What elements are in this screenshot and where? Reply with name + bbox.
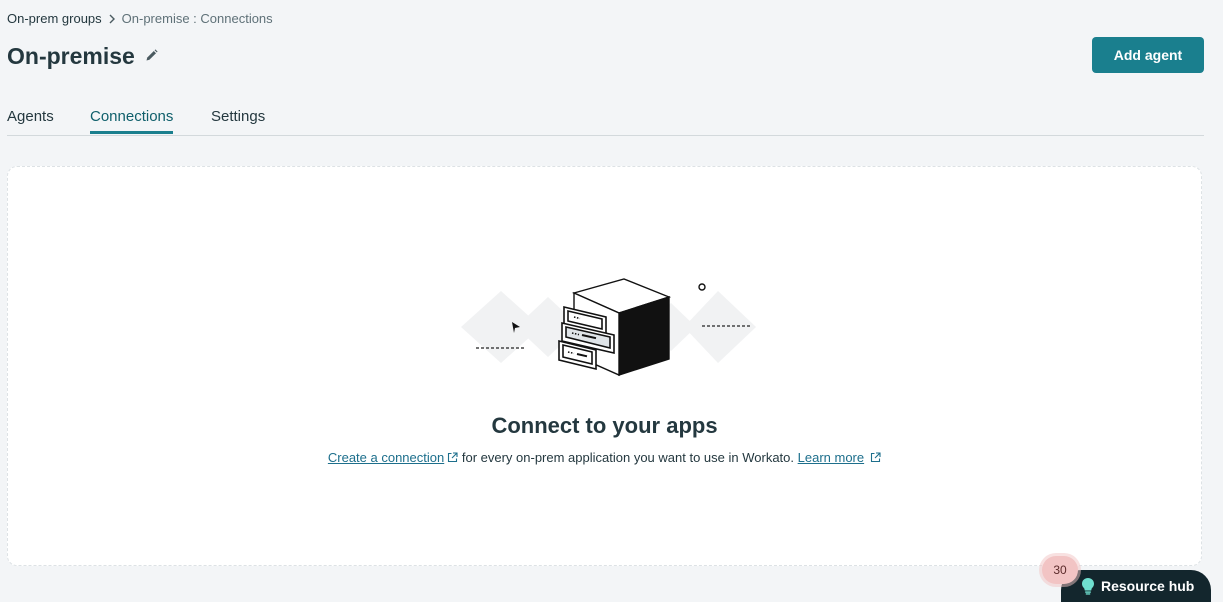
tab-settings[interactable]: Settings (211, 108, 265, 133)
breadcrumb-current: On-premise : Connections (121, 11, 273, 26)
tab-bar: Agents Connections Settings (7, 106, 1204, 136)
empty-state-card: Connect to your apps Create a connection… (7, 166, 1202, 566)
learn-more-link[interactable]: Learn more (798, 450, 864, 465)
tab-connections[interactable]: Connections (90, 108, 174, 134)
title-row: On-premise (7, 41, 159, 71)
lightbulb-icon (1081, 577, 1095, 595)
resource-hub-label: Resource hub (1101, 578, 1195, 594)
resource-hub-button[interactable]: Resource hub (1061, 570, 1211, 602)
server-illustration (461, 278, 756, 377)
create-connection-link[interactable]: Create a connection (328, 450, 444, 465)
notification-badge[interactable]: 30 (1042, 556, 1078, 584)
breadcrumb-on-prem-groups[interactable]: On-prem groups (7, 11, 102, 27)
tab-agents[interactable]: Agents (7, 108, 54, 133)
chevron-right-icon (108, 14, 116, 24)
external-link-icon[interactable] (870, 451, 881, 466)
empty-state-title: Connect to your apps (491, 413, 718, 438)
empty-state-middle-text: for every on-prem application you want t… (461, 450, 795, 465)
add-agent-button[interactable]: Add agent (1092, 37, 1204, 73)
pencil-icon[interactable] (145, 49, 159, 63)
page-title: On-premise (7, 43, 135, 69)
external-link-icon[interactable] (447, 451, 458, 466)
breadcrumb: On-prem groups On-premise : Connections (7, 11, 273, 27)
page: On-prem groups On-premise : Connections … (0, 0, 1223, 602)
empty-state-description: Create a connection for every on-prem ap… (8, 450, 1201, 466)
